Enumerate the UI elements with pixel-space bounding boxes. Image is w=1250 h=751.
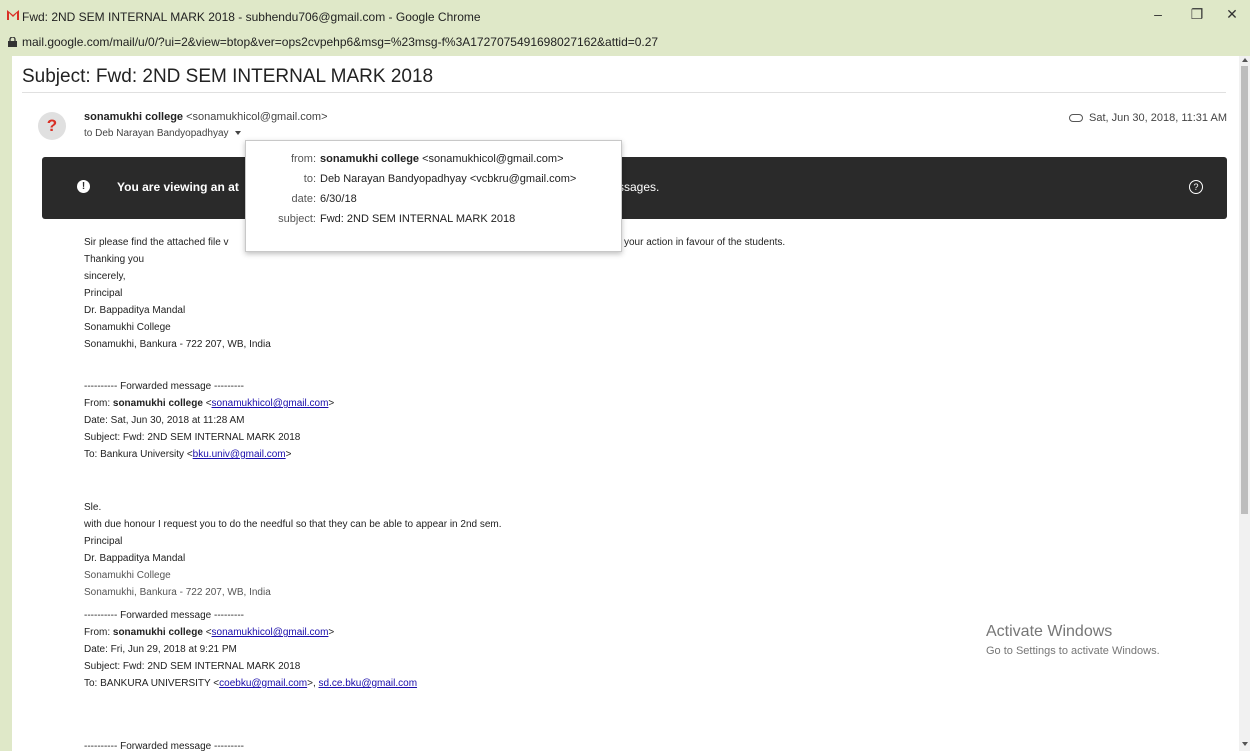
lock-icon xyxy=(8,37,17,47)
subject-label: subject: xyxy=(278,213,316,225)
watermark-title: Activate Windows xyxy=(986,623,1113,640)
from-email-link[interactable]: sonamukhicol@gmail.com xyxy=(212,398,329,409)
sig-line: Principal xyxy=(84,536,123,547)
title-bar: Fwd: 2ND SEM INTERNAL MARK 2018 - subhen… xyxy=(0,0,1250,32)
message-line: with due honour I request you to do the … xyxy=(84,519,502,530)
forward-header: ---------- Forwarded message --------- xyxy=(84,381,244,392)
email-date: Sat, Jun 30, 2018, 11:31 AM xyxy=(1068,112,1227,124)
close-button[interactable]: ✕ xyxy=(1222,6,1242,22)
sender-details-popup: from: sonamukhi college <sonamukhicol@gm… xyxy=(245,140,622,252)
chevron-down-icon[interactable] xyxy=(234,131,241,136)
help-icon[interactable]: ? xyxy=(1189,180,1203,194)
date-value: 6/30/18 xyxy=(320,193,357,205)
message-block-2: Sle. with due honour I request you to do… xyxy=(84,499,502,601)
forward-date: Date: Sat, Jun 30, 2018 at 11:28 AM xyxy=(84,415,245,426)
from-email: <sonamukhicol@gmail.com> xyxy=(422,153,564,165)
warning-icon: ! xyxy=(77,180,90,193)
to-email-link-2[interactable]: sd.ce.bku@gmail.com xyxy=(319,678,418,689)
body-text-end: your action in favour of the students. xyxy=(624,237,786,248)
sig-line: Sonamukhi College xyxy=(84,322,171,333)
avatar[interactable]: ? xyxy=(38,112,66,140)
forward-from: From: sonamukhi college <sonamukhicol@gm… xyxy=(84,627,335,638)
to-email-link[interactable]: coebku@gmail.com xyxy=(219,678,307,689)
scroll-up-icon[interactable] xyxy=(1242,58,1248,62)
forward-from: From: sonamukhi college <sonamukhicol@gm… xyxy=(84,398,335,409)
popup-from-row: from: sonamukhi college <sonamukhicol@gm… xyxy=(246,153,621,171)
greeting: Sle. xyxy=(84,502,102,513)
popup-subject-row: subject: Fwd: 2ND SEM INTERNAL MARK 2018 xyxy=(246,213,621,231)
forwarded-block-1: ---------- Forwarded message --------- F… xyxy=(84,378,334,463)
from-label: From: xyxy=(84,627,113,638)
popup-to-row: to: Deb Narayan Bandyopadhyay <vcbkru@gm… xyxy=(246,173,621,191)
to-prefix: To: BANKURA UNIVERSITY < xyxy=(84,678,220,689)
sig-line: Dr. Bappaditya Mandal xyxy=(84,305,186,316)
forward-to: To: Bankura University <bku.univ@gmail.c… xyxy=(84,446,334,463)
forward-to: To: BANKURA UNIVERSITY <coebku@gmail.com… xyxy=(84,675,417,692)
forward-date: Date: Fri, Jun 29, 2018 at 9:21 PM xyxy=(84,644,237,655)
sig-line: sincerely, xyxy=(84,271,126,282)
banner-text-end: ssages. xyxy=(618,180,660,194)
sig-line: Sonamukhi, Bankura - 722 207, WB, India xyxy=(84,587,271,598)
forwarded-block-2: ---------- Forwarded message --------- F… xyxy=(84,607,417,692)
signature-block-1: Thanking you sincerely, Principal Dr. Ba… xyxy=(84,251,271,353)
divider xyxy=(22,92,1226,93)
sig-line: Sonamukhi College xyxy=(84,570,171,581)
attachment-warning-banner: ! You are viewing an at ssages. ? xyxy=(42,157,1227,219)
body-line: Sir please find the attached file v xyxy=(84,234,229,251)
from-value: sonamukhi college <sonamukhicol@gmail.co… xyxy=(320,153,564,165)
sig-line: Principal xyxy=(84,288,123,299)
body-line-end: your action in favour of the students. xyxy=(624,234,785,251)
forward-subject: Subject: Fwd: 2ND SEM INTERNAL MARK 2018 xyxy=(84,432,301,443)
to-value: Deb Narayan Bandyopadhyay <vcbkru@gmail.… xyxy=(320,173,577,185)
url-text[interactable]: mail.google.com/mail/u/0/?ui=2&view=btop… xyxy=(22,35,658,49)
subject-value: Fwd: 2ND SEM INTERNAL MARK 2018 xyxy=(320,213,516,225)
to-prefix: To: Bankura University < xyxy=(84,449,193,460)
to-separator: >, xyxy=(307,678,319,689)
from-name: sonamukhi college xyxy=(112,627,203,638)
sender-email: <sonamukhicol@gmail.com> xyxy=(186,111,328,123)
from-name: sonamukhi college xyxy=(112,398,203,409)
address-bar[interactable]: mail.google.com/mail/u/0/?ui=2&view=btop… xyxy=(0,32,1250,54)
from-email-link[interactable]: sonamukhicol@gmail.com xyxy=(212,627,329,638)
sig-line: Thanking you xyxy=(84,254,145,265)
date-text: Sat, Jun 30, 2018, 11:31 AM xyxy=(1088,112,1227,124)
banner-text: You are viewing an at xyxy=(117,180,239,194)
date-label: date: xyxy=(291,193,316,205)
sig-line: Dr. Bappaditya Mandal xyxy=(84,553,186,564)
sender-name[interactable]: sonamukhi college xyxy=(84,111,183,123)
from-label: from: xyxy=(290,153,316,165)
watermark-subtitle: Go to Settings to activate Windows. xyxy=(986,645,1160,657)
minimize-button[interactable]: – xyxy=(1148,6,1168,22)
to-email-link[interactable]: bku.univ@gmail.com xyxy=(193,449,286,460)
sender-line: sonamukhi college <sonamukhicol@gmail.co… xyxy=(84,111,328,123)
activate-windows-watermark: Activate Windows Go to Settings to activ… xyxy=(986,623,1160,657)
scrollbar-thumb[interactable] xyxy=(1241,66,1248,514)
window-title: Fwd: 2ND SEM INTERNAL MARK 2018 - subhen… xyxy=(22,10,481,24)
recipient-line[interactable]: to Deb Narayan Bandyopadhyay xyxy=(84,128,241,139)
to-label: to: xyxy=(303,173,316,185)
body-text-start: Sir please find the attached file v xyxy=(84,237,229,248)
forwarded-block-3: ---------- Forwarded message --------- xyxy=(84,738,244,751)
forward-subject: Subject: Fwd: 2ND SEM INTERNAL MARK 2018 xyxy=(84,661,301,672)
popup-date-row: date: 6/30/18 xyxy=(246,193,621,211)
forward-header: ---------- Forwarded message --------- xyxy=(84,741,244,751)
sig-line: Sonamukhi, Bankura - 722 207, WB, India xyxy=(84,339,271,350)
scroll-down-icon[interactable] xyxy=(1242,742,1248,746)
attachment-icon xyxy=(1068,114,1083,123)
from-label: From: xyxy=(84,398,113,409)
maximize-button[interactable]: ❐ xyxy=(1187,6,1207,22)
page-title: Subject: Fwd: 2ND SEM INTERNAL MARK 2018 xyxy=(22,66,434,87)
to-suffix: > xyxy=(285,449,292,460)
gmail-icon xyxy=(7,10,19,20)
forward-header: ---------- Forwarded message --------- xyxy=(84,610,244,621)
from-name: sonamukhi college xyxy=(320,153,420,165)
recipient-text: to Deb Narayan Bandyopadhyay xyxy=(84,128,229,139)
